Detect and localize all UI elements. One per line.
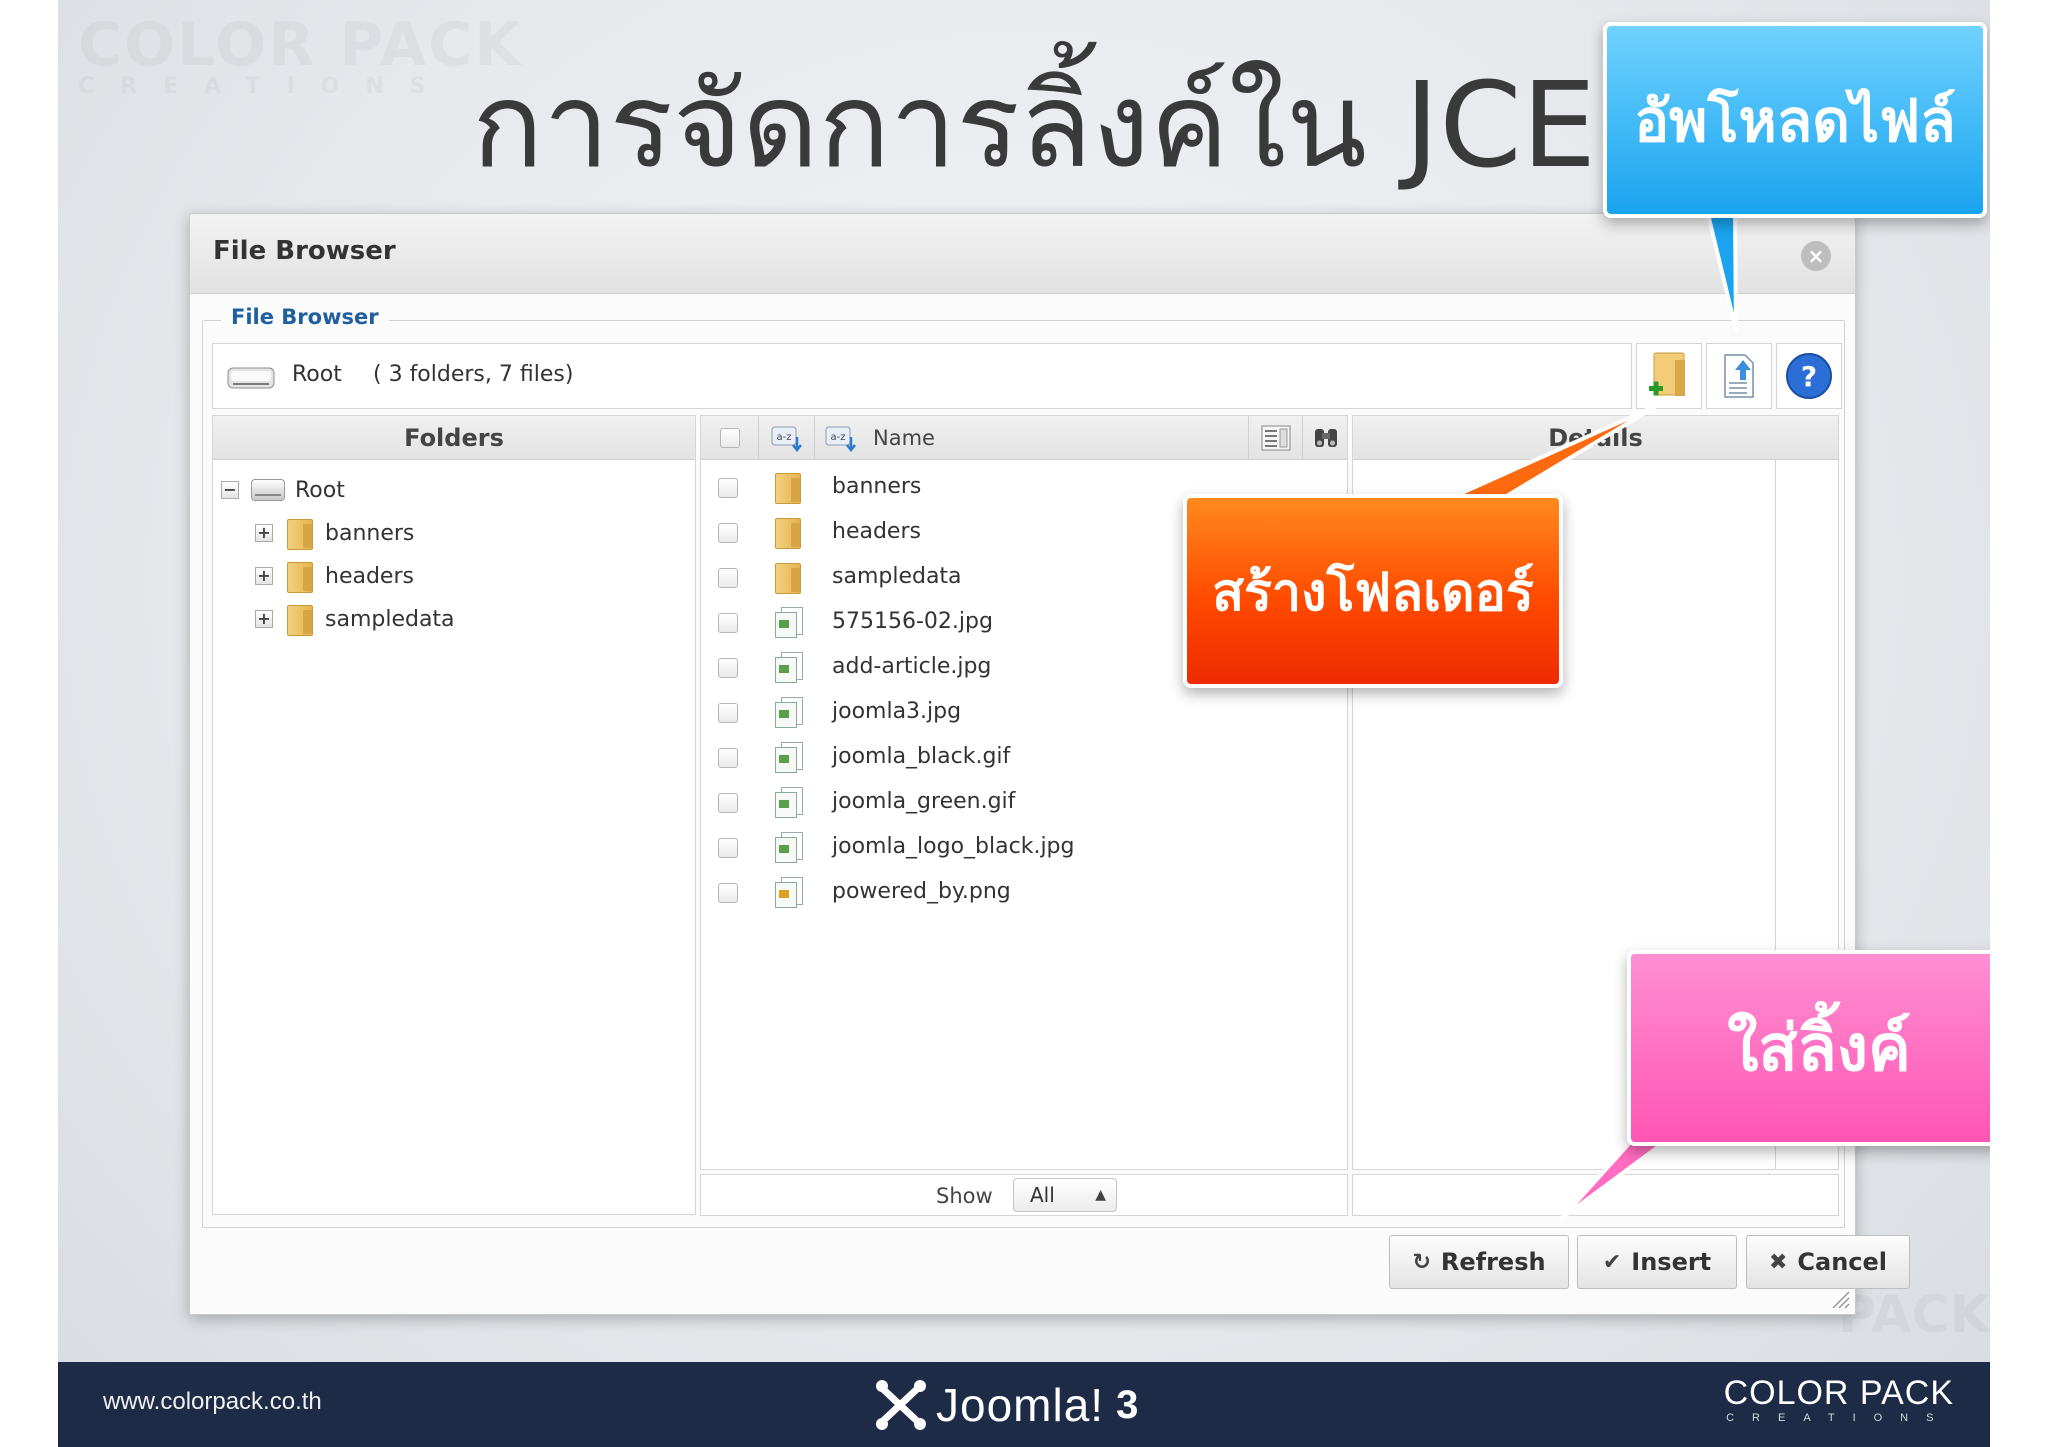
joomla-wordmark: Joomla! xyxy=(936,1379,1105,1431)
slide-footer: www.colorpack.co.th Joomla! 3 COLOR PACK… xyxy=(58,1362,1990,1447)
joomla-icon xyxy=(876,1380,926,1430)
joomla-version: 3 xyxy=(1116,1382,1139,1427)
colorpack-logo: COLOR PACK CREATIONS xyxy=(1723,1374,1954,1424)
slide: COLOR PACK CREATIONS PACK การจัดการลิ้งค… xyxy=(58,0,1990,1447)
insert-callout-text: ใส่ลิ้งค์ xyxy=(1627,950,1990,1146)
footer-url[interactable]: www.colorpack.co.th xyxy=(103,1388,322,1416)
joomla-logo: Joomla! 3 xyxy=(874,1376,1138,1434)
